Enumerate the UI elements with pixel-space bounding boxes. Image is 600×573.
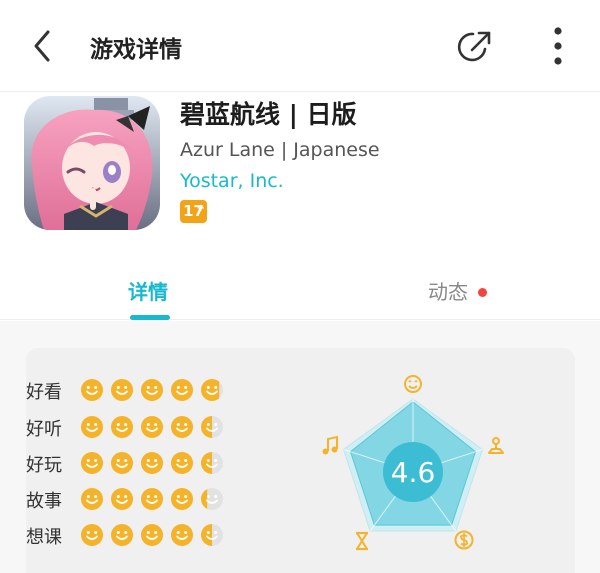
tab-feed[interactable]: 动态	[428, 276, 468, 305]
smiley-face-icon	[111, 416, 133, 438]
tab-details[interactable]: 详情	[128, 276, 168, 305]
smiley-face-icon	[141, 488, 163, 510]
smiley-face-icon	[111, 379, 133, 401]
back-button[interactable]	[24, 26, 64, 66]
smiley-face-icon	[81, 488, 103, 510]
hourglass-icon	[356, 531, 368, 551]
age-rating-badge: 17 +	[180, 200, 207, 223]
rating-label: 想课	[26, 527, 62, 548]
overall-score: 4.6	[391, 456, 436, 489]
smiley-face-icon	[141, 416, 163, 438]
smiley-face-icon	[201, 379, 223, 401]
game-icon[interactable]	[24, 96, 160, 230]
page-title: 游戏详情	[90, 37, 182, 63]
smiley-face-icon	[111, 524, 133, 546]
rating-label: 好看	[26, 382, 62, 403]
smiley-face-icon	[171, 379, 193, 401]
smiley-face-icon	[81, 416, 103, 438]
age-rating-plus: +	[196, 203, 205, 214]
smiley-face-icon	[201, 416, 223, 438]
game-name: 碧蓝航线 | 日版	[180, 100, 357, 129]
tab-bar: 详情 动态	[0, 258, 600, 320]
smile-icon	[404, 375, 422, 393]
dollar-icon	[454, 530, 474, 550]
smiley-face-icon	[111, 488, 133, 510]
smiley-face-icon	[171, 524, 193, 546]
smiley-face-icon	[141, 524, 163, 546]
smiley-face-icon	[171, 488, 193, 510]
more-button[interactable]	[545, 24, 571, 70]
notification-dot	[478, 288, 487, 297]
more-vertical-icon	[554, 27, 562, 65]
smiley-face-icon	[81, 524, 103, 546]
music-note-icon	[322, 435, 338, 455]
smiley-face-icon	[141, 452, 163, 474]
smiley-face-icon	[171, 452, 193, 474]
smiley-face-icon	[171, 416, 193, 438]
rating-label: 好玩	[26, 455, 62, 476]
smiley-face-icon	[81, 379, 103, 401]
game-publisher-link[interactable]: Yostar, Inc.	[180, 170, 284, 192]
radar-chart: 4.6	[322, 375, 504, 551]
smiley-face-icon	[201, 488, 223, 510]
share-icon	[457, 31, 491, 62]
smiley-face-icon	[201, 452, 223, 474]
smiley-face-icon	[141, 379, 163, 401]
smiley-face-icon	[111, 452, 133, 474]
game-artwork-image	[24, 96, 160, 230]
active-tab-indicator	[130, 315, 170, 320]
game-subtitle: Azur Lane | Japanese	[180, 139, 380, 161]
smiley-face-icon	[81, 452, 103, 474]
joystick-icon	[488, 437, 504, 454]
share-button[interactable]	[455, 27, 495, 67]
smiley-face-icon	[201, 524, 223, 546]
top-bar: 游戏详情	[0, 0, 600, 92]
rating-label: 好听	[26, 419, 62, 440]
rating-label: 故事	[26, 491, 62, 512]
chevron-left-icon	[34, 30, 50, 62]
